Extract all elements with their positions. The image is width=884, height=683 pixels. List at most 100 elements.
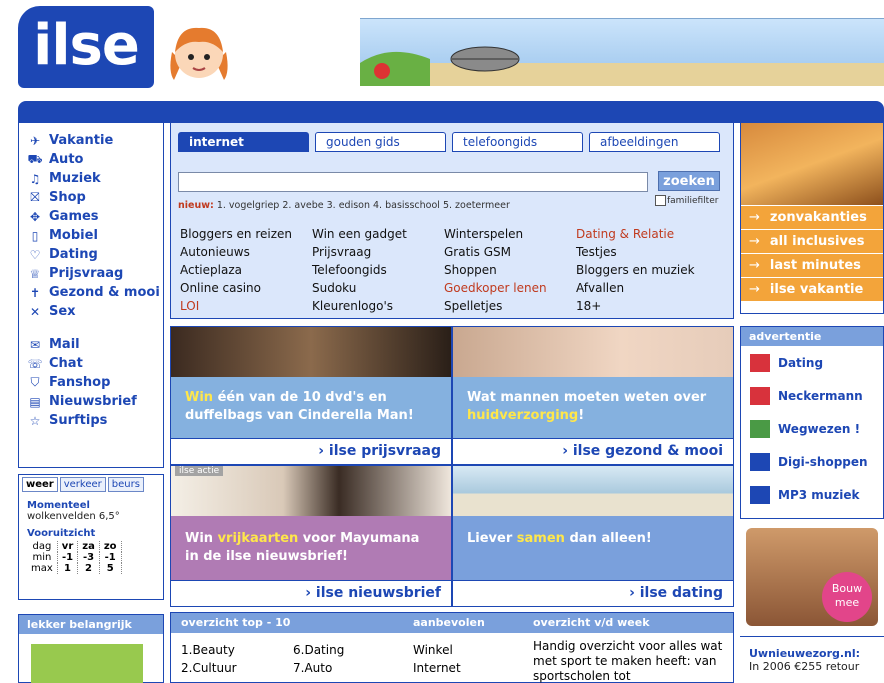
search-button[interactable]: zoeken (658, 171, 720, 191)
ad-label: Digi-shoppen (778, 454, 868, 469)
bouw-mee-banner[interactable]: Bouw mee (746, 528, 878, 626)
sidebar-item-sex[interactable]: ✕ Sex (27, 302, 163, 321)
link-ilse-gezond-mooi[interactable]: › ilse gezond & mooi (453, 438, 733, 464)
category-link[interactable]: 18+ (576, 299, 726, 317)
momenteel-value: wolkenvelden 6,5° (27, 511, 120, 522)
category-link[interactable]: Testjes (576, 245, 726, 263)
category-link[interactable]: Online casino (180, 281, 312, 299)
ad-neckermann[interactable]: Neckermann (741, 379, 883, 412)
promo-dating[interactable]: Liever samen dan alleen! › ilse dating (452, 465, 734, 607)
category-link[interactable]: LOI (180, 299, 312, 317)
sidebar-item-gezond-mooi[interactable]: ✝ Gezond & mooi (27, 283, 163, 302)
category-link[interactable]: Kleurenlogo's (312, 299, 444, 317)
category-link[interactable]: Afvallen (576, 281, 726, 299)
category-links: Bloggers en reizen Win een gadget Wintersp… (180, 227, 726, 317)
sidebar-item-shop[interactable]: ⛝ Shop (27, 188, 163, 207)
sidebar-item-fanshop[interactable]: ⛉ Fanshop (27, 373, 163, 392)
sidebar-item-dating[interactable]: ♡ Dating (27, 245, 163, 264)
ad-digi-shoppen[interactable]: Digi-shoppen (741, 445, 883, 478)
tab-verkeer[interactable]: verkeer (59, 477, 106, 492)
envelope-icon: ✉ (29, 337, 41, 352)
top10-item[interactable]: 2.Cultuur (181, 661, 237, 675)
link-ilse-dating[interactable]: › ilse dating (453, 580, 733, 606)
weather-widget: weer verkeer beurs Momenteel wolkenvelde… (18, 474, 164, 600)
trophy-icon: ♕ (29, 266, 41, 281)
ilse-actie-tag: ilse actie (175, 466, 224, 476)
category-link[interactable]: Telefoongids (312, 263, 444, 281)
lekker-image[interactable] (31, 644, 143, 683)
sunbathing-photo[interactable] (741, 123, 883, 205)
promo-nieuwsbrief[interactable]: ilse actie Win vrijkaarten voor Mayumana… (170, 465, 452, 607)
search-input[interactable] (178, 172, 648, 192)
ad-wegwezen[interactable]: Wegwezen ! (741, 412, 883, 445)
category-link[interactable]: Sudoku (312, 281, 444, 299)
aanbevolen-item[interactable]: Winkel (413, 643, 453, 657)
tab-internet[interactable]: internet (178, 132, 309, 152)
aanbevolen-item[interactable]: Internet (413, 661, 461, 675)
tab-beurs[interactable]: beurs (107, 477, 144, 492)
category-link[interactable]: Bloggers en reizen (180, 227, 312, 245)
overview-top10-header: overzicht top - 10 (181, 616, 291, 629)
sidebar-item-vakantie[interactable]: ✈ Vakantie (27, 131, 163, 150)
newsletter-icon: ▤ (29, 394, 41, 409)
overview-panel: overzicht top - 10 aanbevolen overzicht … (170, 612, 734, 683)
mobile-icon: ▯ (31, 228, 39, 243)
familiefilter-checkbox[interactable]: familiefilter (655, 195, 718, 206)
overview-aanbevolen-header: aanbevolen (413, 616, 485, 629)
sidebar-item-auto[interactable]: ⛟ Auto (27, 150, 163, 169)
link-ilse-nieuwsbrief[interactable]: › ilse nieuwsbrief (171, 580, 451, 606)
category-link[interactable]: Actieplaza (180, 263, 312, 281)
promo-photo: ilse actie (171, 466, 451, 516)
category-link[interactable]: Win een gadget (312, 227, 444, 245)
link-zonvakanties[interactable]: → zonvakanties (741, 205, 883, 229)
sidebar-item-nieuwsbrief[interactable]: ▤ Nieuwsbrief (27, 392, 163, 411)
tab-weer[interactable]: weer (22, 477, 58, 492)
promo-gezond[interactable]: Wat mannen moeten weten over huidverzorg… (452, 326, 734, 465)
tab-telefoongids[interactable]: telefoongids (452, 132, 583, 152)
promo-photo (453, 466, 733, 516)
nieuw-items[interactable]: 1. vogelgriep 2. avebe 3. edison 4. basi… (217, 200, 510, 211)
plane-icon: ✈ (29, 133, 41, 148)
category-link[interactable]: Spelletjes (444, 299, 576, 317)
category-link[interactable]: Autonieuws (180, 245, 312, 263)
gamepad-icon: ✥ (29, 209, 41, 224)
sidebar-item-muziek[interactable]: ♫ Muziek (27, 169, 163, 188)
sidebar-item-mail[interactable]: ✉ Mail (27, 335, 163, 354)
category-link[interactable]: Gratis GSM (444, 245, 576, 263)
sidebar-item-games[interactable]: ✥ Games (27, 207, 163, 226)
category-link[interactable]: Bloggers en muziek (576, 263, 726, 281)
cart-icon: ⛝ (30, 190, 40, 204)
sidebar-item-prijsvraag[interactable]: ♕ Prijsvraag (27, 264, 163, 283)
sidebar-item-chat[interactable]: ☏ Chat (27, 354, 163, 373)
sidebar-item-surftips[interactable]: ☆ Surftips (27, 411, 163, 430)
category-link[interactable]: Prijsvraag (312, 245, 444, 263)
link-all-inclusives[interactable]: → all inclusives (741, 229, 883, 253)
top10-item[interactable]: 1.Beauty (181, 643, 235, 657)
category-link[interactable]: Winterspelen (444, 227, 576, 245)
sidebar-item-label: Chat (49, 356, 83, 371)
promo-photo (453, 327, 733, 377)
ilse-logo[interactable]: ilse (18, 6, 154, 88)
uwnieuwezorg-title[interactable]: Uwnieuwezorg.nl: (749, 647, 884, 660)
sidebar-item-mobiel[interactable]: ▯ Mobiel (27, 226, 163, 245)
ad-mp3-muziek[interactable]: MP3 muziek (741, 478, 883, 511)
top10-item[interactable]: 7.Auto (293, 661, 332, 675)
promo-prijsvraag[interactable]: Win één van de 10 dvd's en duffelbags va… (170, 326, 452, 465)
category-link[interactable]: Shoppen (444, 263, 576, 281)
beach-banner[interactable] (360, 18, 884, 86)
momenteel-label: Momenteel (27, 500, 90, 511)
link-ilse-prijsvraag[interactable]: › ilse prijsvraag (171, 438, 451, 464)
top10-item[interactable]: 6.Dating (293, 643, 344, 657)
link-ilse-vakantie[interactable]: → ilse vakantie (741, 277, 883, 301)
vooruitzicht-label: Vooruitzicht (27, 528, 96, 539)
bouw-mee-badge[interactable]: Bouw mee (822, 572, 872, 622)
category-link[interactable]: Goedkoper lenen (444, 281, 576, 299)
ads-title: advertentie (741, 327, 883, 346)
ad-dating[interactable]: Dating (741, 346, 883, 379)
sidebar-item-label: Dating (49, 247, 98, 262)
category-link[interactable]: Dating & Relatie (576, 227, 726, 245)
tab-gouden-gids[interactable]: gouden gids (315, 132, 446, 152)
tab-afbeeldingen[interactable]: afbeeldingen (589, 132, 720, 152)
link-last-minutes[interactable]: → last minutes (741, 253, 883, 277)
week-text[interactable]: Handig overzicht voor alles wat met spor… (533, 639, 723, 683)
